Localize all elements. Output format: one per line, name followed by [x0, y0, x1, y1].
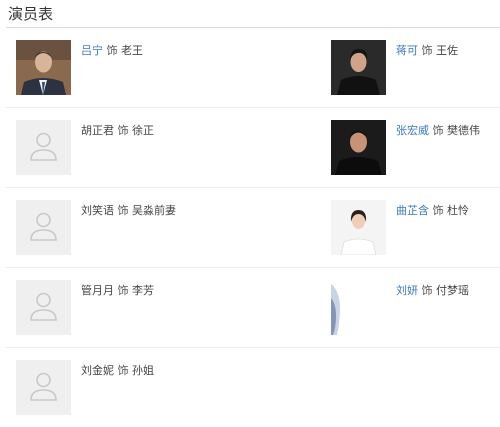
- cast-name: 吕宁 饰 老王: [81, 42, 143, 58]
- cast-name: 刘妍 饰 付梦瑶: [396, 282, 469, 298]
- cast-row: 胡正君 饰 徐正 张宏威 饰 樊德伟: [6, 108, 500, 188]
- actor-name: 胡正君: [81, 124, 114, 137]
- section-title: 演员表: [8, 5, 54, 23]
- cast-item: 胡正君 饰 徐正: [16, 120, 316, 176]
- role-name: 杜怜: [447, 204, 469, 217]
- cast-item: 刘妍 饰 付梦瑶: [331, 280, 500, 336]
- cast-item: 管月月 饰 李芳: [16, 280, 316, 336]
- avatar-placeholder-icon[interactable]: [16, 360, 71, 415]
- role-name: 吴淼前妻: [132, 204, 176, 217]
- cast-name: 胡正君 饰 徐正: [81, 122, 154, 138]
- cast-name: 刘笑语 饰 吴淼前妻: [81, 202, 176, 218]
- cast-name: 管月月 饰 李芳: [81, 282, 154, 298]
- as-label: 饰: [421, 284, 433, 297]
- as-label: 饰: [117, 124, 129, 137]
- cast-row: 吕宁 饰 老王 蒋可 饰 王佐: [6, 28, 500, 108]
- as-label: 饰: [432, 124, 444, 137]
- actor-link[interactable]: 刘妍: [396, 284, 418, 297]
- actor-photo[interactable]: [16, 40, 71, 95]
- avatar-placeholder-icon[interactable]: [16, 280, 71, 335]
- cast-name: 刘金妮 饰 孙姐: [81, 362, 154, 378]
- cast-name: 张宏威 饰 樊德伟: [396, 122, 480, 138]
- as-label: 饰: [117, 204, 129, 217]
- cast-grid: 吕宁 饰 老王 蒋可 饰 王佐 胡正君 饰 徐正 张宏威 饰 樊德伟 刘笑语 饰…: [6, 28, 500, 427]
- actor-link[interactable]: 曲芷含: [396, 204, 429, 217]
- as-label: 饰: [432, 204, 444, 217]
- cast-row: 刘笑语 饰 吴淼前妻 曲芷含 饰 杜怜: [6, 188, 500, 268]
- actor-photo[interactable]: [331, 200, 386, 255]
- cast-row: 刘金妮 饰 孙姐: [6, 348, 500, 427]
- actor-link[interactable]: 吕宁: [81, 44, 103, 57]
- role-name: 王佐: [436, 44, 458, 57]
- role-name: 孙姐: [132, 364, 154, 377]
- actor-photo[interactable]: [331, 40, 386, 95]
- actor-name: 刘金妮: [81, 364, 114, 377]
- cast-row: 管月月 饰 李芳 刘妍 饰 付梦瑶: [6, 268, 500, 348]
- actor-name: 管月月: [81, 284, 114, 297]
- cast-name: 曲芷含 饰 杜怜: [396, 202, 469, 218]
- cast-item: 吕宁 饰 老王: [16, 40, 316, 96]
- as-label: 饰: [106, 44, 118, 57]
- actor-link[interactable]: 张宏威: [396, 124, 429, 137]
- role-name: 徐正: [132, 124, 154, 137]
- cast-item: 刘笑语 饰 吴淼前妻: [16, 200, 316, 256]
- cast-item: 张宏威 饰 樊德伟: [331, 120, 500, 176]
- actor-photo[interactable]: [331, 120, 386, 175]
- actor-link[interactable]: 蒋可: [396, 44, 418, 57]
- as-label: 饰: [421, 44, 433, 57]
- role-name: 老王: [121, 44, 143, 57]
- cast-item: 曲芷含 饰 杜怜: [331, 200, 500, 256]
- as-label: 饰: [117, 364, 129, 377]
- avatar-placeholder-icon[interactable]: [16, 200, 71, 255]
- role-name: 樊德伟: [447, 124, 480, 137]
- cast-item: 刘金妮 饰 孙姐: [16, 360, 316, 416]
- actor-photo[interactable]: [331, 280, 386, 335]
- as-label: 饰: [117, 284, 129, 297]
- cast-name: 蒋可 饰 王佐: [396, 42, 458, 58]
- actor-name: 刘笑语: [81, 204, 114, 217]
- role-name: 李芳: [132, 284, 154, 297]
- role-name: 付梦瑶: [436, 284, 469, 297]
- avatar-placeholder-icon[interactable]: [16, 120, 71, 175]
- cast-item: 蒋可 饰 王佐: [331, 40, 500, 96]
